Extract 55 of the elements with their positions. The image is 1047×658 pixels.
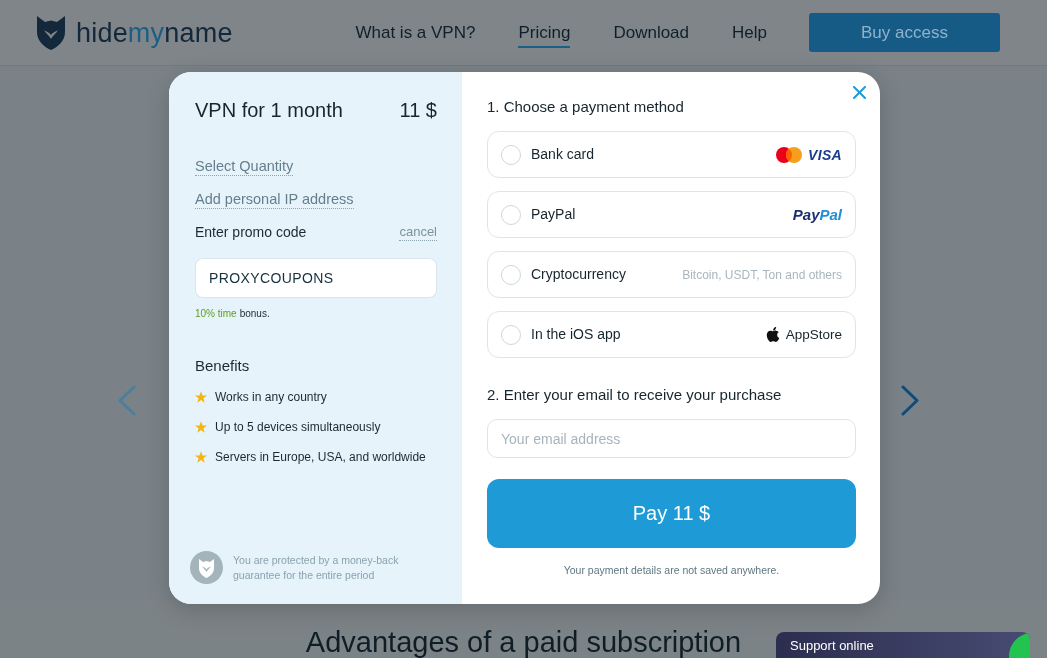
circles-logo-icon	[776, 146, 803, 163]
privacy-note: Your payment details are not saved anywhere.	[562, 564, 781, 577]
step-title: 2. Enter your email to receive your purchase	[487, 386, 783, 404]
payment-option[interactable]: PayPal PayPal	[487, 191, 856, 238]
chevron-right-icon	[901, 385, 919, 416]
step-title: 1. Choose a payment method	[487, 98, 685, 116]
apple-icon	[765, 326, 780, 343]
payment-brand-text: PayPal	[792, 206, 842, 223]
star-icon	[195, 391, 207, 403]
online-indicator-icon	[1008, 632, 1030, 658]
option-label: PayPal	[531, 206, 576, 223]
option-label: Cryptocurrency	[531, 266, 626, 283]
bonus-text: 10% time bonus.	[195, 308, 271, 320]
option-label: In the iOS app	[531, 326, 621, 343]
radio-button[interactable]	[501, 144, 521, 165]
chevron-left-icon	[118, 385, 136, 416]
nav-link[interactable]: Download	[613, 20, 690, 48]
store-brand-text: AppStore	[785, 327, 842, 342]
support-widget[interactable]: Support online	[776, 632, 1030, 658]
promo-label: Enter promo code	[195, 223, 307, 241]
radio-button[interactable]	[501, 204, 521, 225]
support-label: Support online	[790, 637, 874, 653]
radio-button[interactable]	[501, 264, 521, 285]
payment-option[interactable]: Cryptocurrency Bitcoin, USDT, Ton and others	[487, 251, 856, 298]
guarantee-text: You are protected by a money-back guarantee for the entire period	[233, 552, 400, 583]
pay-button[interactable]: Pay 11 $	[487, 479, 856, 548]
option-label: Bank card	[531, 146, 595, 163]
card-brand-text: VISA	[808, 146, 842, 163]
option-link[interactable]: Add personal IP address	[195, 191, 354, 209]
star-icon	[195, 421, 207, 433]
close-icon	[853, 86, 866, 99]
plan-title: VPN for 1 month	[195, 98, 343, 122]
payment-option[interactable]: Bank card VISA	[487, 131, 856, 178]
star-icon	[195, 451, 207, 463]
email-field[interactable]: Your email address	[487, 419, 856, 458]
close-button[interactable]	[851, 84, 868, 101]
nav-link[interactable]: What is a VPN?	[355, 20, 476, 48]
payment-option[interactable]: In the iOS app AppStore	[487, 311, 856, 358]
benefit-text: Servers in Europe, USA, and worldwide	[215, 449, 426, 465]
radio-button[interactable]	[501, 324, 521, 345]
nav-link[interactable]: Pricing	[518, 20, 571, 48]
logo-icon	[36, 15, 66, 50]
option-note: Bitcoin, USDT, Ton and others	[682, 267, 842, 282]
benefit-text: Works in any country	[215, 389, 327, 405]
benefit-text: Up to 5 devices simultaneously	[215, 419, 381, 435]
logo-wordmark[interactable]: hidemyname	[76, 17, 233, 48]
buy-access-button[interactable]: Buy access	[809, 13, 1000, 52]
plan-price: 11 $	[399, 98, 437, 122]
nav-link[interactable]: Help	[732, 20, 767, 48]
cancel-link[interactable]: cancel	[399, 223, 437, 241]
shield-icon	[190, 551, 223, 584]
benefits-title: Benefits	[195, 357, 251, 375]
option-link[interactable]: Select Quantity	[195, 158, 294, 176]
section-heading: Advantages of a paid subscription	[305, 627, 742, 658]
promo-code-field[interactable]: PROXYCOUPONS	[195, 258, 437, 298]
